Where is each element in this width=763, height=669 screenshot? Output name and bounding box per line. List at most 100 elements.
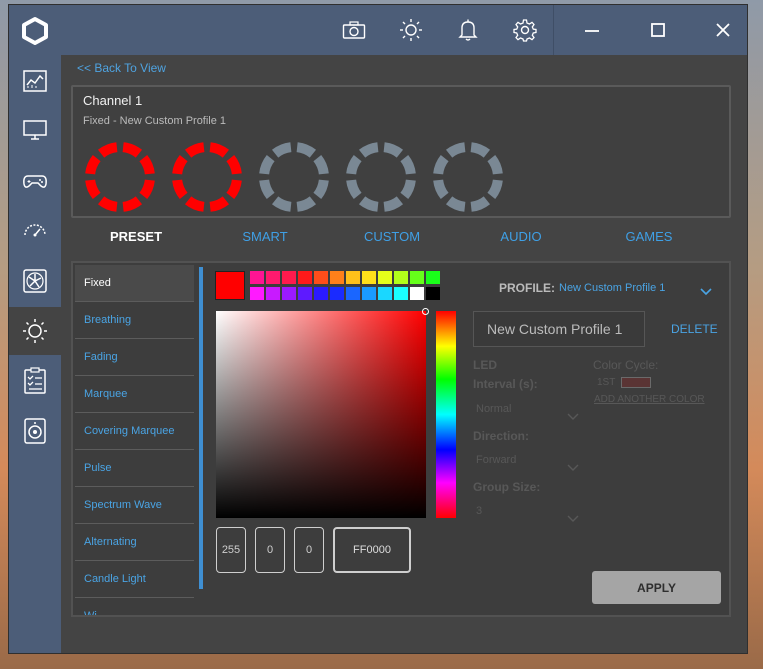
mode-item[interactable]: Alternating bbox=[75, 524, 194, 561]
gauge-icon[interactable] bbox=[9, 207, 61, 255]
apply-button[interactable]: APPLY bbox=[592, 571, 721, 604]
mode-list-scrollbar[interactable] bbox=[199, 267, 203, 589]
color-swatch[interactable] bbox=[426, 287, 440, 300]
mode-item[interactable]: Fading bbox=[75, 339, 194, 376]
led-segment bbox=[445, 196, 466, 212]
color-swatch[interactable] bbox=[378, 287, 392, 300]
profile-dropdown[interactable]: New Custom Profile 1 bbox=[559, 282, 665, 294]
gear-icon[interactable] bbox=[512, 17, 538, 43]
color-cycle-swatch bbox=[621, 377, 651, 388]
camera-icon[interactable] bbox=[341, 17, 367, 43]
color-swatches bbox=[215, 271, 455, 305]
led-segment bbox=[296, 196, 317, 212]
group-size-label: Group Size: bbox=[473, 480, 541, 494]
led-ring-row bbox=[85, 142, 503, 212]
color-swatch[interactable] bbox=[362, 287, 376, 300]
checklist-icon[interactable] bbox=[9, 357, 61, 405]
group-size-select: 3 bbox=[476, 505, 483, 517]
color-swatch[interactable] bbox=[346, 287, 360, 300]
led-ring bbox=[259, 142, 329, 212]
led-segment bbox=[313, 179, 329, 200]
color-swatch[interactable] bbox=[394, 287, 408, 300]
led-segment bbox=[139, 179, 155, 200]
color-swatch[interactable] bbox=[314, 271, 328, 284]
red-input[interactable]: 255 bbox=[216, 527, 246, 573]
led-ring bbox=[346, 142, 416, 212]
saturation-value-picker[interactable] bbox=[216, 308, 429, 518]
mode-item[interactable]: Pulse bbox=[75, 450, 194, 487]
monitor-icon[interactable] bbox=[9, 106, 61, 154]
led-segment bbox=[172, 154, 188, 175]
dashboard-icon[interactable] bbox=[9, 57, 61, 105]
tab-audio[interactable]: AUDIO bbox=[500, 229, 541, 244]
color-swatch[interactable] bbox=[394, 271, 408, 284]
app-window: << Back To View Channel 1 Fixed - New Cu… bbox=[8, 4, 748, 654]
logo-icon[interactable] bbox=[9, 5, 61, 57]
color-swatch[interactable] bbox=[282, 271, 296, 284]
color-swatch[interactable] bbox=[346, 271, 360, 284]
color-swatch[interactable] bbox=[314, 287, 328, 300]
chevron-down-icon[interactable] bbox=[699, 281, 713, 300]
led-segment bbox=[122, 196, 143, 212]
led-segment bbox=[97, 196, 118, 212]
direction-label: Direction: bbox=[473, 429, 530, 443]
led-interval-select: Normal bbox=[476, 403, 512, 415]
color-swatch[interactable] bbox=[378, 271, 392, 284]
mode-item[interactable]: Wi bbox=[75, 598, 194, 615]
fan-icon[interactable] bbox=[9, 257, 61, 305]
led-segment bbox=[226, 154, 242, 175]
color-swatch[interactable] bbox=[298, 287, 312, 300]
mode-item[interactable]: Marquee bbox=[75, 376, 194, 413]
color-swatch[interactable] bbox=[250, 271, 264, 284]
speaker-icon[interactable] bbox=[9, 407, 61, 455]
color-swatch[interactable] bbox=[266, 287, 280, 300]
color-swatch[interactable] bbox=[410, 287, 424, 300]
led-segment bbox=[226, 179, 242, 200]
profile-label: PROFILE: bbox=[499, 281, 555, 295]
brightness-icon[interactable] bbox=[398, 17, 424, 43]
led-segment bbox=[445, 142, 466, 158]
chevron-down-icon bbox=[567, 456, 579, 475]
color-swatch[interactable] bbox=[266, 271, 280, 284]
led-interval-label: LED bbox=[473, 358, 497, 372]
color-swatch[interactable] bbox=[426, 271, 440, 284]
color-swatch[interactable] bbox=[298, 271, 312, 284]
color-cycle-item: 1ST bbox=[597, 377, 616, 388]
color-swatch[interactable] bbox=[282, 287, 296, 300]
gamepad-icon[interactable] bbox=[9, 157, 61, 205]
blue-input[interactable]: 0 bbox=[294, 527, 324, 573]
sv-picker-handle[interactable] bbox=[422, 308, 429, 315]
tab-smart[interactable]: SMART bbox=[242, 229, 287, 244]
tab-custom[interactable]: CUSTOM bbox=[364, 229, 420, 244]
led-segment bbox=[358, 196, 379, 212]
color-swatch[interactable] bbox=[330, 287, 344, 300]
tab-preset[interactable]: PRESET bbox=[110, 229, 162, 244]
mode-item[interactable]: Covering Marquee bbox=[75, 413, 194, 450]
delete-button[interactable]: DELETE bbox=[671, 322, 718, 336]
color-swatch[interactable] bbox=[330, 271, 344, 284]
channel-preview: Channel 1 Fixed - New Custom Profile 1 bbox=[71, 85, 731, 218]
lighting-icon[interactable] bbox=[9, 307, 61, 355]
color-swatch[interactable] bbox=[410, 271, 424, 284]
bell-icon[interactable] bbox=[455, 17, 481, 43]
mode-item[interactable]: Fixed bbox=[75, 265, 194, 302]
title-bar bbox=[61, 5, 747, 55]
led-segment bbox=[85, 179, 101, 200]
maximize-icon[interactable] bbox=[645, 17, 671, 43]
led-segment bbox=[259, 179, 275, 200]
mode-item[interactable]: Spectrum Wave bbox=[75, 487, 194, 524]
hex-input[interactable]: FF0000 bbox=[333, 527, 411, 573]
color-swatch[interactable] bbox=[250, 287, 264, 300]
color-swatch[interactable] bbox=[362, 271, 376, 284]
mode-item[interactable]: Candle Light bbox=[75, 561, 194, 598]
tab-games[interactable]: GAMES bbox=[626, 229, 673, 244]
led-segment bbox=[209, 142, 230, 158]
hue-slider[interactable] bbox=[436, 311, 456, 518]
profile-name-field[interactable]: New Custom Profile 1 bbox=[473, 311, 645, 347]
green-input[interactable]: 0 bbox=[255, 527, 285, 573]
minimize-icon[interactable] bbox=[579, 17, 605, 43]
mode-item[interactable]: Breathing bbox=[75, 302, 194, 339]
close-icon[interactable] bbox=[710, 17, 736, 43]
back-to-view-link[interactable]: << Back To View bbox=[77, 61, 166, 75]
direction-select: Forward bbox=[476, 454, 517, 466]
